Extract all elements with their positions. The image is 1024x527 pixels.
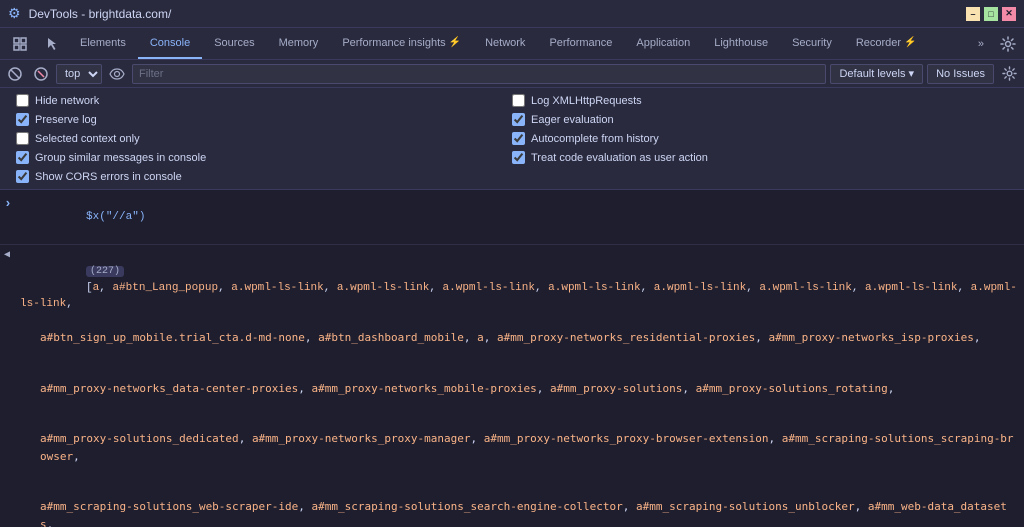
hide-network-checkbox[interactable]: Hide network (16, 94, 512, 107)
context-selector[interactable]: top (56, 64, 102, 84)
clear-console-button[interactable] (4, 63, 26, 85)
more-tabs-button[interactable]: » (970, 28, 992, 59)
devtools-body: Elements Console Sources Memory Performa… (0, 28, 1024, 527)
collapse-arrow[interactable]: ◀ (4, 248, 14, 263)
tab-lighthouse[interactable]: Lighthouse (702, 28, 780, 59)
settings-right-col: Log XMLHttpRequests Eager evaluation Aut… (512, 94, 1008, 183)
eye-icon[interactable] (106, 63, 128, 85)
devtools-tabs: Elements Console Sources Memory Performa… (0, 28, 1024, 60)
tab-network[interactable]: Network (473, 28, 537, 59)
output-content: (227) [a, a#btn_Lang_popup, a.wpml-ls-li… (20, 247, 1020, 527)
treat-code-evaluation-checkbox[interactable]: Treat code evaluation as user action (512, 151, 1008, 164)
console-output[interactable]: › $x("//a") ◀ (227) [a, a#btn_Lang_popup… (0, 190, 1024, 527)
tab-security[interactable]: Security (780, 28, 844, 59)
filter-toggle-button[interactable] (30, 63, 52, 85)
devtools-settings-gear[interactable] (992, 28, 1024, 59)
devtools-icon: ⚙ (8, 5, 21, 22)
no-issues-button[interactable]: No Issues (927, 64, 994, 84)
tab-elements[interactable]: Elements (68, 28, 138, 59)
selected-context-checkbox[interactable]: Selected context only (16, 132, 512, 145)
eager-evaluation-checkbox[interactable]: Eager evaluation (512, 113, 1008, 126)
show-cors-checkbox[interactable]: Show CORS errors in console (16, 170, 512, 183)
console-settings-gear[interactable] (998, 63, 1020, 85)
tab-performance-insights[interactable]: Performance insights ⚡ (330, 28, 473, 59)
autocomplete-history-checkbox[interactable]: Autocomplete from history (512, 132, 1008, 145)
console-toolbar: top Default levels ▾ No Issues (0, 60, 1024, 88)
tab-sources[interactable]: Sources (202, 28, 266, 59)
cmd-input-entry: › $x("//a") (0, 190, 1024, 245)
result-count-badge: (227) (86, 266, 124, 277)
devtools-inspect-icon[interactable] (4, 28, 36, 59)
output-entry-1[interactable]: ◀ (227) [a, a#btn_Lang_popup, a.wpml-ls-… (0, 245, 1024, 527)
cmd-expression: $x("//a") (20, 192, 1020, 242)
console-main: top Default levels ▾ No Issues Hide netw… (0, 60, 1024, 527)
tab-recorder[interactable]: Recorder ⚡ (844, 28, 929, 59)
default-levels-button[interactable]: Default levels ▾ (830, 64, 923, 84)
title-bar-title: DevTools - brightdata.com/ (29, 7, 958, 21)
log-xhr-checkbox[interactable]: Log XMLHttpRequests (512, 94, 1008, 107)
tab-console[interactable]: Console (138, 28, 202, 59)
group-similar-checkbox[interactable]: Group similar messages in console (16, 151, 512, 164)
tab-application[interactable]: Application (624, 28, 702, 59)
title-bar: ⚙ DevTools - brightdata.com/ – □ ✕ (0, 0, 1024, 28)
filter-input[interactable] (132, 64, 826, 84)
minimize-button[interactable]: – (966, 7, 980, 21)
devtools-cursor-icon[interactable] (36, 28, 68, 59)
tab-performance[interactable]: Performance (537, 28, 624, 59)
close-button[interactable]: ✕ (1002, 7, 1016, 21)
settings-left-col: Hide network Preserve log Selected conte… (16, 94, 512, 183)
maximize-button[interactable]: □ (984, 7, 998, 21)
settings-panel: Hide network Preserve log Selected conte… (0, 88, 1024, 190)
cmd-prompt-arrow: › (4, 194, 14, 214)
tab-memory[interactable]: Memory (267, 28, 331, 59)
preserve-log-checkbox[interactable]: Preserve log (16, 113, 512, 126)
window-controls: – □ ✕ (966, 7, 1016, 21)
